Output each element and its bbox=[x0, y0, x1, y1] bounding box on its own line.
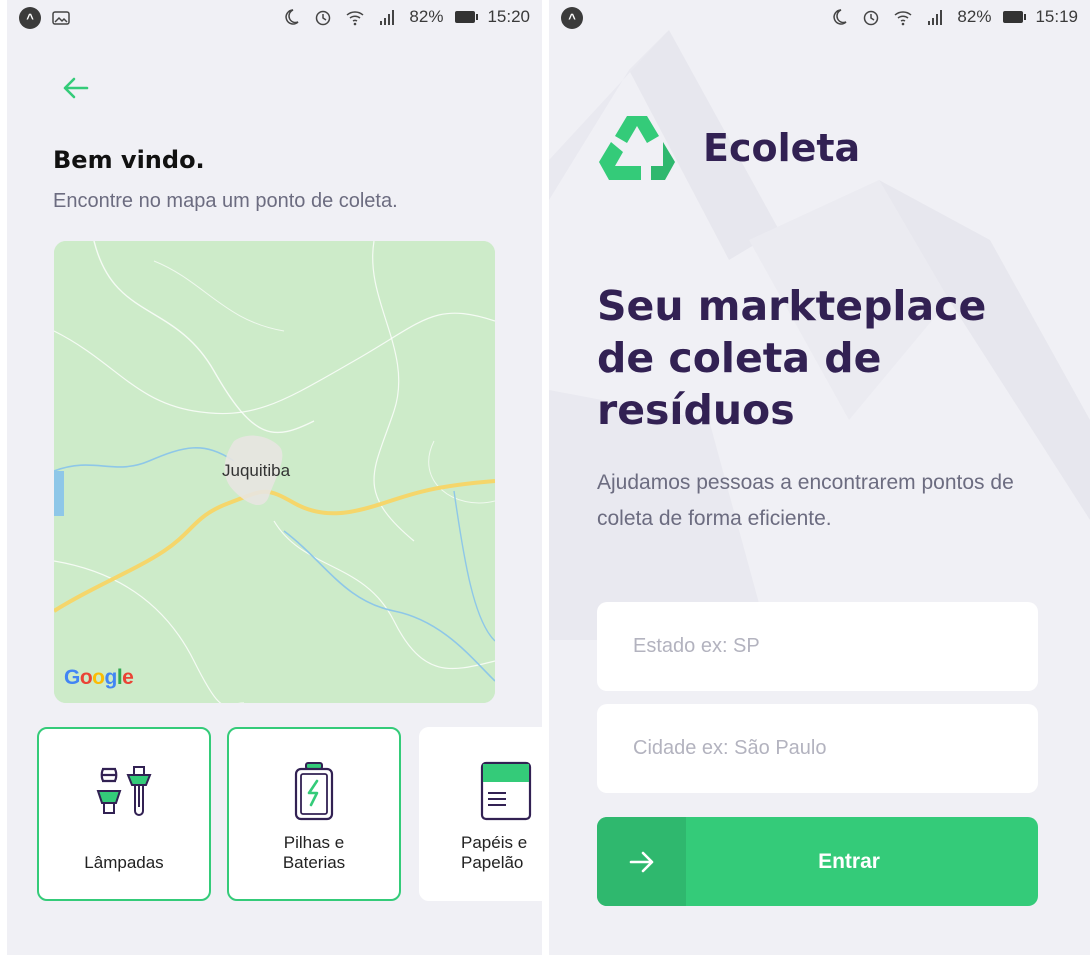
battery-percent: 82% bbox=[957, 7, 992, 26]
lamp-icon bbox=[96, 766, 152, 816]
item-papeis-papelao[interactable]: Papéis e Papelão bbox=[419, 727, 542, 901]
page-title: Bem vindo. bbox=[53, 146, 205, 174]
items-list: Lâmpadas Pilhas e Baterias Papéis e Pape… bbox=[37, 727, 542, 905]
description: Ajudamos pessoas a encontrarem pontos de… bbox=[597, 471, 1014, 530]
recycle-logo-icon bbox=[599, 116, 675, 180]
map-view[interactable]: Juquitiba Google bbox=[54, 241, 495, 703]
clock: 15:20 bbox=[487, 7, 530, 26]
headline: Seu markteplace de coleta de resíduos bbox=[597, 282, 987, 434]
moon-icon bbox=[833, 9, 847, 25]
wifi-icon bbox=[346, 11, 364, 26]
arrow-right-icon bbox=[629, 851, 653, 872]
city-input[interactable] bbox=[597, 704, 1038, 793]
moon-icon bbox=[285, 9, 299, 25]
app-notification-icon: ^ bbox=[561, 7, 583, 29]
app-notification-icon: ^ bbox=[19, 7, 41, 29]
page-subtitle: Encontre no mapa um ponto de coleta. bbox=[53, 190, 398, 212]
enter-button-label: Entrar bbox=[818, 849, 880, 873]
home-screen: ^ 82% 15:19 Ecoleta Seu markteplace de c… bbox=[549, 0, 1090, 955]
clock: 15:19 bbox=[1035, 7, 1078, 26]
enter-arrow-box bbox=[597, 817, 686, 906]
wifi-icon bbox=[894, 11, 912, 26]
status-bar: ^ 82% 15:20 bbox=[7, 0, 542, 36]
back-arrow-icon[interactable] bbox=[59, 72, 91, 104]
item-label: Papéis e bbox=[461, 833, 528, 852]
image-notification-icon bbox=[52, 11, 70, 25]
battery-status-icon bbox=[1003, 11, 1027, 23]
signal-icon bbox=[380, 10, 395, 25]
item-label-line2: Baterias bbox=[282, 853, 346, 872]
alarm-icon bbox=[316, 10, 331, 26]
alarm-icon bbox=[864, 10, 879, 26]
map-city-label: Juquitiba bbox=[222, 461, 291, 480]
paper-icon bbox=[480, 761, 532, 821]
item-label-line2: Papelão bbox=[461, 853, 524, 872]
signal-icon bbox=[928, 10, 943, 25]
status-bar: ^ 82% 15:19 bbox=[549, 0, 1090, 36]
google-attribution: Google bbox=[64, 666, 134, 689]
item-pilhas-baterias[interactable]: Pilhas e Baterias bbox=[227, 727, 401, 901]
state-input[interactable] bbox=[597, 602, 1038, 691]
item-label: Lâmpadas bbox=[84, 853, 164, 872]
battery-status-icon bbox=[455, 11, 479, 23]
battery-icon bbox=[294, 762, 334, 821]
item-lampadas[interactable]: Lâmpadas bbox=[37, 727, 211, 901]
points-screen: ^ 82% 15:20 Bem vindo. Encontre no mapa … bbox=[7, 0, 542, 955]
enter-button[interactable]: Entrar bbox=[597, 817, 1038, 906]
battery-percent: 82% bbox=[409, 7, 444, 26]
brand-name: Ecoleta bbox=[703, 126, 861, 170]
item-label: Pilhas e bbox=[283, 833, 345, 852]
